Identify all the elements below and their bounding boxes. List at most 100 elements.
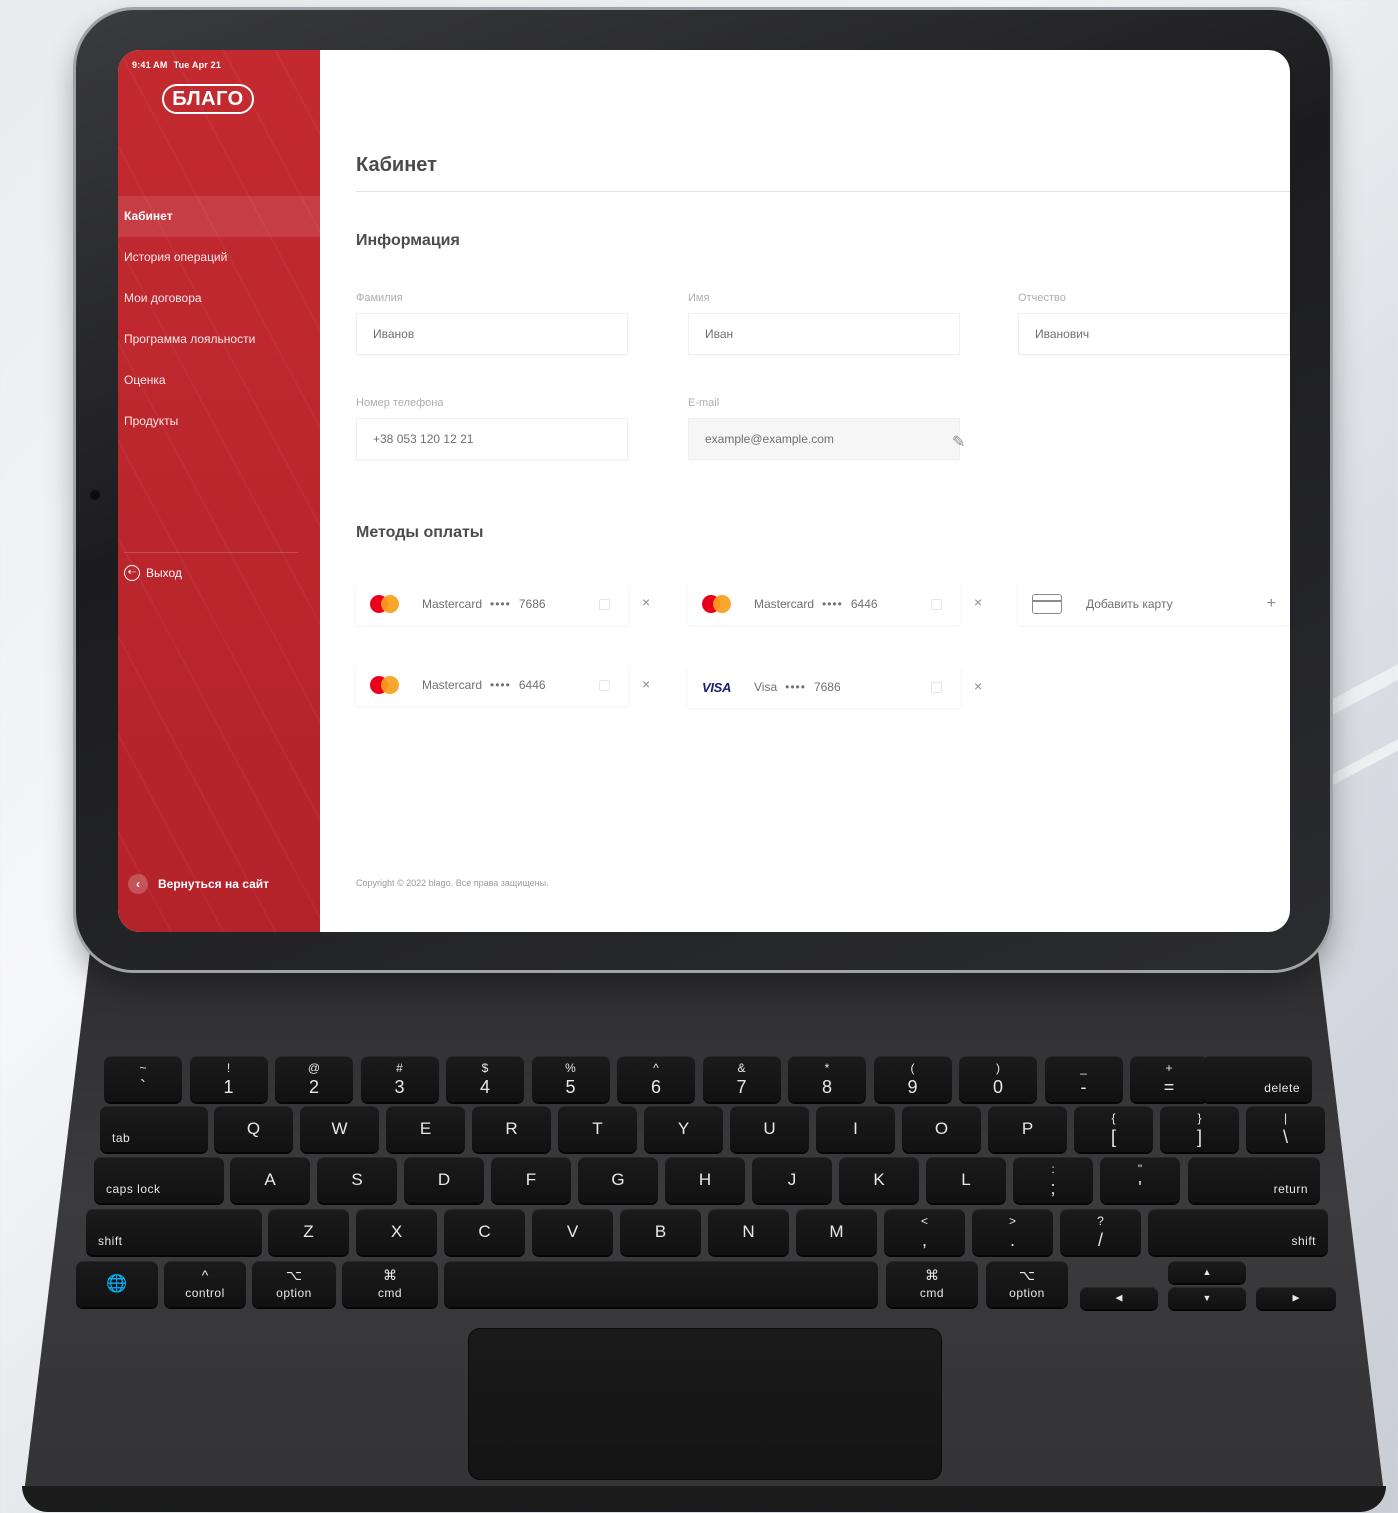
- key-punct-z-0[interactable]: <,: [884, 1209, 965, 1255]
- key-o[interactable]: O: [902, 1106, 981, 1152]
- key-10[interactable]: ) 0: [959, 1056, 1037, 1102]
- key-bracket-2[interactable]: | \: [1246, 1106, 1325, 1152]
- key-s[interactable]: S: [317, 1157, 397, 1203]
- remove-card-button[interactable]: ×: [642, 676, 650, 692]
- key-c[interactable]: C: [444, 1209, 525, 1255]
- first-name-input[interactable]: Иван: [688, 313, 960, 355]
- card-checkbox[interactable]: [931, 681, 942, 693]
- key-b[interactable]: B: [620, 1209, 701, 1255]
- tab-key[interactable]: tab: [100, 1106, 208, 1152]
- email-input[interactable]: example@example.com: [688, 418, 960, 460]
- key-7[interactable]: & 7: [702, 1056, 781, 1102]
- key-j[interactable]: J: [752, 1157, 832, 1203]
- key-6[interactable]: ^ 6: [617, 1056, 695, 1102]
- control-key[interactable]: ^ control: [164, 1261, 246, 1307]
- sidebar-item-contracts[interactable]: Мои договора: [118, 278, 320, 319]
- key-i[interactable]: I: [816, 1106, 895, 1152]
- sidebar-item-cabinet[interactable]: Кабинет: [118, 196, 320, 237]
- key-f[interactable]: F: [491, 1157, 571, 1203]
- key-x[interactable]: X: [356, 1209, 437, 1255]
- key-3[interactable]: #3: [360, 1056, 439, 1102]
- globe-key[interactable]: 🌐: [76, 1261, 158, 1307]
- arrow-right-key[interactable]: ▶: [1256, 1287, 1336, 1309]
- key-12[interactable]: + =: [1130, 1056, 1208, 1102]
- left-cmd-key[interactable]: ⌘ cmd: [342, 1261, 438, 1307]
- logo[interactable]: БЛАГО: [162, 84, 254, 114]
- key-2[interactable]: @2: [275, 1056, 353, 1102]
- pencil-icon[interactable]: ✎: [952, 432, 965, 452]
- key-punct-0[interactable]: :;: [1013, 1157, 1093, 1203]
- key-5[interactable]: % 5: [531, 1056, 610, 1102]
- key-8[interactable]: * 8: [788, 1056, 866, 1102]
- trackpad[interactable]: [468, 1328, 942, 1480]
- card-checkbox[interactable]: [599, 598, 610, 610]
- key-e[interactable]: E: [386, 1106, 465, 1152]
- key-1[interactable]: ! 1: [189, 1056, 268, 1102]
- key-h[interactable]: H: [665, 1157, 745, 1203]
- card-brand: Visa: [754, 680, 778, 694]
- key-w[interactable]: W: [300, 1106, 379, 1152]
- payment-card[interactable]: Mastercard •••• 7686: [356, 583, 628, 625]
- right-option-key[interactable]: ⌥ option: [986, 1261, 1068, 1307]
- key-0[interactable]: ~ `: [104, 1056, 182, 1102]
- key-v[interactable]: V: [532, 1209, 613, 1255]
- key-modifier-icon: ⌘: [383, 1267, 397, 1283]
- sidebar-item-loyalty[interactable]: Программа лояльности: [118, 319, 320, 360]
- key-k[interactable]: K: [839, 1157, 919, 1203]
- arrow-up-key[interactable]: ▲: [1168, 1261, 1246, 1283]
- payment-card[interactable]: Mastercard •••• 6446: [356, 664, 628, 706]
- key-punct-z-2[interactable]: ? /: [1060, 1209, 1141, 1255]
- caps-lock-key[interactable]: caps lock: [94, 1157, 224, 1203]
- remove-card-button[interactable]: ×: [642, 594, 650, 610]
- add-card-button[interactable]: Добавить карту +: [1018, 583, 1290, 625]
- key-n[interactable]: N: [708, 1209, 789, 1255]
- remove-card-button[interactable]: ×: [974, 678, 982, 694]
- key-t[interactable]: T: [558, 1106, 637, 1152]
- left-option-key[interactable]: ⌥ option: [252, 1261, 336, 1307]
- key-punct-z-1[interactable]: >.: [972, 1209, 1053, 1255]
- phone-input[interactable]: +38 053 120 12 21: [356, 418, 628, 460]
- key-u[interactable]: U: [730, 1106, 809, 1152]
- card-mask: ••••: [785, 680, 806, 694]
- card-checkbox[interactable]: [599, 679, 610, 691]
- logout-button[interactable]: ⇠ Выход: [124, 565, 182, 581]
- key-bracket-1[interactable]: }]: [1160, 1106, 1239, 1152]
- payment-card[interactable]: VISA Visa •••• 7686: [688, 666, 960, 708]
- key-q[interactable]: Q: [214, 1106, 293, 1152]
- remove-card-button[interactable]: ×: [974, 594, 982, 610]
- key-9[interactable]: (9: [873, 1056, 952, 1102]
- key-letter: E: [419, 1119, 432, 1138]
- key-shift-symbol: @: [307, 1061, 321, 1075]
- key-d[interactable]: D: [404, 1157, 484, 1203]
- key-a[interactable]: A: [230, 1157, 310, 1203]
- key-y[interactable]: Y: [644, 1106, 723, 1152]
- key-z[interactable]: Z: [268, 1209, 349, 1255]
- key-11[interactable]: _ -: [1044, 1056, 1123, 1102]
- key-l[interactable]: L: [926, 1157, 1006, 1203]
- payment-card[interactable]: Mastercard •••• 6446: [688, 583, 960, 625]
- left-shift-key[interactable]: shift: [86, 1209, 262, 1255]
- key-r[interactable]: R: [472, 1106, 551, 1152]
- key-g[interactable]: G: [578, 1157, 658, 1203]
- key-bracket-0[interactable]: {[: [1074, 1106, 1153, 1152]
- right-cmd-key[interactable]: ⌘ cmd: [886, 1261, 978, 1307]
- arrow-left-key[interactable]: ◀: [1080, 1287, 1158, 1309]
- patronymic-input[interactable]: Иванович: [1018, 313, 1290, 355]
- visa-icon: VISA: [702, 679, 732, 695]
- card-checkbox[interactable]: [931, 598, 942, 610]
- key-punct-1[interactable]: " ': [1100, 1157, 1180, 1203]
- right-shift-key[interactable]: shift: [1148, 1209, 1328, 1255]
- key-4[interactable]: $4: [446, 1056, 524, 1102]
- sidebar-item-products[interactable]: Продукты: [118, 401, 320, 442]
- key-shift-symbol: {: [1111, 1111, 1116, 1125]
- sidebar-item-valuation[interactable]: Оценка: [118, 360, 320, 401]
- sidebar-item-history[interactable]: История операций: [118, 237, 320, 278]
- delete-key[interactable]: delete: [1202, 1056, 1312, 1102]
- back-to-site-button[interactable]: ‹ Вернуться на сайт: [128, 874, 269, 894]
- return-key[interactable]: return: [1188, 1157, 1320, 1203]
- space-key[interactable]: [444, 1261, 878, 1307]
- arrow-down-key[interactable]: ▼: [1168, 1287, 1246, 1309]
- last-name-input[interactable]: Иванов: [356, 313, 628, 355]
- key-p[interactable]: P: [988, 1106, 1067, 1152]
- key-m[interactable]: M: [796, 1209, 877, 1255]
